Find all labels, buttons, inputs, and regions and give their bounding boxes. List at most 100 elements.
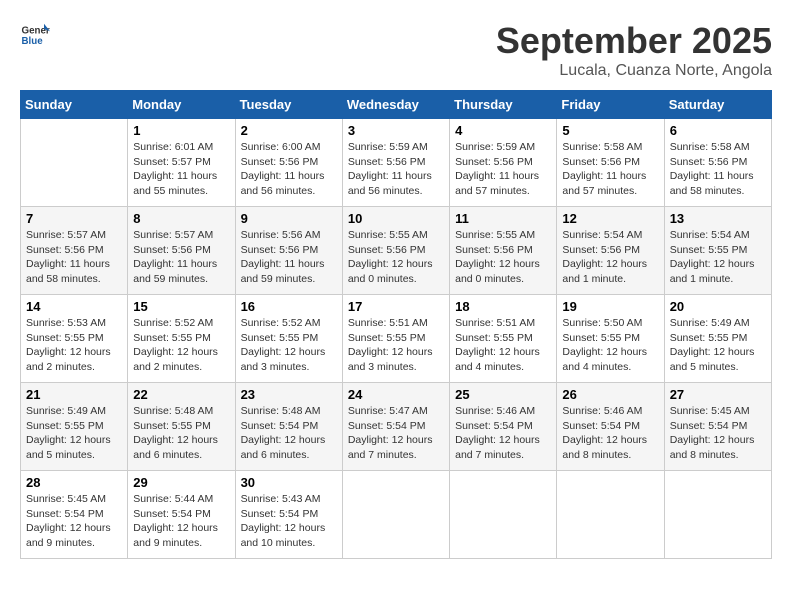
day-number: 9 — [241, 211, 337, 226]
day-info: Sunrise: 5:59 AM Sunset: 5:56 PM Dayligh… — [348, 140, 444, 199]
day-info: Sunrise: 5:51 AM Sunset: 5:55 PM Dayligh… — [348, 316, 444, 375]
day-number: 8 — [133, 211, 229, 226]
day-header-sunday: Sunday — [21, 91, 128, 119]
day-header-thursday: Thursday — [450, 91, 557, 119]
calendar-cell: 4Sunrise: 5:59 AM Sunset: 5:56 PM Daylig… — [450, 119, 557, 207]
calendar-cell: 20Sunrise: 5:49 AM Sunset: 5:55 PM Dayli… — [664, 295, 771, 383]
day-number: 14 — [26, 299, 122, 314]
calendar-week-4: 21 Sunrise: 5:49 AM Sunset: 5:55 PM Dayli… — [21, 383, 772, 471]
calendar-cell: 28 Sunrise: 5:45 AM Sunset: 5:54 PM Dayli… — [21, 471, 128, 559]
day-number: 16 — [241, 299, 337, 314]
day-info: Sunrise: 5:50 AM Sunset: 5:55 PM Dayligh… — [562, 316, 658, 375]
day-number: 27 — [670, 387, 766, 402]
day-number: 12 — [562, 211, 658, 226]
day-header-wednesday: Wednesday — [342, 91, 449, 119]
calendar-cell: 19 Sunrise: 5:50 AM Sunset: 5:55 PM Dayli… — [557, 295, 664, 383]
day-number: 10 — [348, 211, 444, 226]
day-info: Sunrise: 5:48 AM Sunset: 5:55 PM Dayligh… — [133, 404, 229, 463]
day-info: Sunrise: 5:46 AM Sunset: 5:54 PM Dayligh… — [562, 404, 658, 463]
calendar-cell: 11 Sunrise: 5:55 AM Sunset: 5:56 PM Dayli… — [450, 207, 557, 295]
calendar-cell — [342, 471, 449, 559]
day-number: 20 — [670, 299, 766, 314]
day-info: Sunrise: 6:00 AM Sunset: 5:56 PM Dayligh… — [241, 140, 337, 199]
title-block: September 2025 Lucala, Cuanza Norte, Ang… — [496, 20, 772, 80]
calendar-cell: 6 Sunrise: 5:58 AM Sunset: 5:56 PM Daylig… — [664, 119, 771, 207]
calendar-cell: 26 Sunrise: 5:46 AM Sunset: 5:54 PM Dayli… — [557, 383, 664, 471]
calendar-cell: 13Sunrise: 5:54 AM Sunset: 5:55 PM Dayli… — [664, 207, 771, 295]
day-info: Sunrise: 5:53 AM Sunset: 5:55 PM Dayligh… — [26, 316, 122, 375]
day-number: 3 — [348, 123, 444, 138]
day-info: Sunrise: 5:48 AM Sunset: 5:54 PM Dayligh… — [241, 404, 337, 463]
calendar-cell: 21 Sunrise: 5:49 AM Sunset: 5:55 PM Dayli… — [21, 383, 128, 471]
calendar-cell: 3 Sunrise: 5:59 AM Sunset: 5:56 PM Daylig… — [342, 119, 449, 207]
calendar-cell: 7Sunrise: 5:57 AM Sunset: 5:56 PM Daylig… — [21, 207, 128, 295]
day-number: 2 — [241, 123, 337, 138]
day-info: Sunrise: 5:52 AM Sunset: 5:55 PM Dayligh… — [133, 316, 229, 375]
day-number: 15 — [133, 299, 229, 314]
calendar-cell: 30Sunrise: 5:43 AM Sunset: 5:54 PM Dayli… — [235, 471, 342, 559]
day-number: 22 — [133, 387, 229, 402]
page-header: General Blue September 2025 Lucala, Cuan… — [20, 20, 772, 80]
day-info: Sunrise: 5:56 AM Sunset: 5:56 PM Dayligh… — [241, 228, 337, 287]
day-number: 23 — [241, 387, 337, 402]
calendar-cell: 27 Sunrise: 5:45 AM Sunset: 5:54 PM Dayli… — [664, 383, 771, 471]
logo-icon: General Blue — [20, 20, 50, 50]
day-number: 25 — [455, 387, 551, 402]
day-info: Sunrise: 5:47 AM Sunset: 5:54 PM Dayligh… — [348, 404, 444, 463]
day-info: Sunrise: 5:43 AM Sunset: 5:54 PM Dayligh… — [241, 492, 337, 551]
calendar-cell: 8 Sunrise: 5:57 AM Sunset: 5:56 PM Daylig… — [128, 207, 235, 295]
day-header-monday: Monday — [128, 91, 235, 119]
calendar-cell: 15 Sunrise: 5:52 AM Sunset: 5:55 PM Dayli… — [128, 295, 235, 383]
day-info: Sunrise: 5:55 AM Sunset: 5:56 PM Dayligh… — [348, 228, 444, 287]
calendar-cell — [664, 471, 771, 559]
calendar-week-5: 28 Sunrise: 5:45 AM Sunset: 5:54 PM Dayli… — [21, 471, 772, 559]
day-info: Sunrise: 5:46 AM Sunset: 5:54 PM Dayligh… — [455, 404, 551, 463]
day-number: 24 — [348, 387, 444, 402]
day-number: 11 — [455, 211, 551, 226]
day-info: Sunrise: 5:49 AM Sunset: 5:55 PM Dayligh… — [26, 404, 122, 463]
calendar-cell: 29Sunrise: 5:44 AM Sunset: 5:54 PM Dayli… — [128, 471, 235, 559]
day-info: Sunrise: 5:51 AM Sunset: 5:55 PM Dayligh… — [455, 316, 551, 375]
calendar-cell: 25 Sunrise: 5:46 AM Sunset: 5:54 PM Dayli… — [450, 383, 557, 471]
day-info: Sunrise: 5:45 AM Sunset: 5:54 PM Dayligh… — [26, 492, 122, 551]
month-title: September 2025 — [496, 20, 772, 62]
calendar-week-2: 7Sunrise: 5:57 AM Sunset: 5:56 PM Daylig… — [21, 207, 772, 295]
day-number: 6 — [670, 123, 766, 138]
calendar-week-1: 1 Sunrise: 6:01 AM Sunset: 5:57 PM Daylig… — [21, 119, 772, 207]
day-info: Sunrise: 5:52 AM Sunset: 5:55 PM Dayligh… — [241, 316, 337, 375]
day-info: Sunrise: 5:57 AM Sunset: 5:56 PM Dayligh… — [133, 228, 229, 287]
day-number: 19 — [562, 299, 658, 314]
calendar-week-3: 14 Sunrise: 5:53 AM Sunset: 5:55 PM Dayli… — [21, 295, 772, 383]
day-number: 1 — [133, 123, 229, 138]
day-number: 5 — [562, 123, 658, 138]
day-info: Sunrise: 5:45 AM Sunset: 5:54 PM Dayligh… — [670, 404, 766, 463]
calendar-cell — [21, 119, 128, 207]
day-info: Sunrise: 5:54 AM Sunset: 5:55 PM Dayligh… — [670, 228, 766, 287]
calendar-table: SundayMondayTuesdayWednesdayThursdayFrid… — [20, 90, 772, 559]
calendar-cell: 23 Sunrise: 5:48 AM Sunset: 5:54 PM Dayli… — [235, 383, 342, 471]
location-subtitle: Lucala, Cuanza Norte, Angola — [496, 62, 772, 80]
day-number: 26 — [562, 387, 658, 402]
calendar-cell: 9 Sunrise: 5:56 AM Sunset: 5:56 PM Daylig… — [235, 207, 342, 295]
day-info: Sunrise: 6:01 AM Sunset: 5:57 PM Dayligh… — [133, 140, 229, 199]
calendar-header-row: SundayMondayTuesdayWednesdayThursdayFrid… — [21, 91, 772, 119]
calendar-cell: 2 Sunrise: 6:00 AM Sunset: 5:56 PM Daylig… — [235, 119, 342, 207]
day-number: 17 — [348, 299, 444, 314]
day-number: 28 — [26, 475, 122, 490]
calendar-cell: 10 Sunrise: 5:55 AM Sunset: 5:56 PM Dayli… — [342, 207, 449, 295]
day-header-saturday: Saturday — [664, 91, 771, 119]
day-info: Sunrise: 5:58 AM Sunset: 5:56 PM Dayligh… — [670, 140, 766, 199]
calendar-cell: 5Sunrise: 5:58 AM Sunset: 5:56 PM Daylig… — [557, 119, 664, 207]
calendar-cell: 17 Sunrise: 5:51 AM Sunset: 5:55 PM Dayli… — [342, 295, 449, 383]
day-header-friday: Friday — [557, 91, 664, 119]
calendar-cell: 1 Sunrise: 6:01 AM Sunset: 5:57 PM Daylig… — [128, 119, 235, 207]
day-info: Sunrise: 5:55 AM Sunset: 5:56 PM Dayligh… — [455, 228, 551, 287]
day-number: 29 — [133, 475, 229, 490]
calendar-cell: 24 Sunrise: 5:47 AM Sunset: 5:54 PM Dayli… — [342, 383, 449, 471]
svg-text:Blue: Blue — [22, 36, 44, 47]
day-number: 21 — [26, 387, 122, 402]
day-info: Sunrise: 5:54 AM Sunset: 5:56 PM Dayligh… — [562, 228, 658, 287]
calendar-cell — [450, 471, 557, 559]
calendar-cell: 22 Sunrise: 5:48 AM Sunset: 5:55 PM Dayli… — [128, 383, 235, 471]
day-info: Sunrise: 5:59 AM Sunset: 5:56 PM Dayligh… — [455, 140, 551, 199]
